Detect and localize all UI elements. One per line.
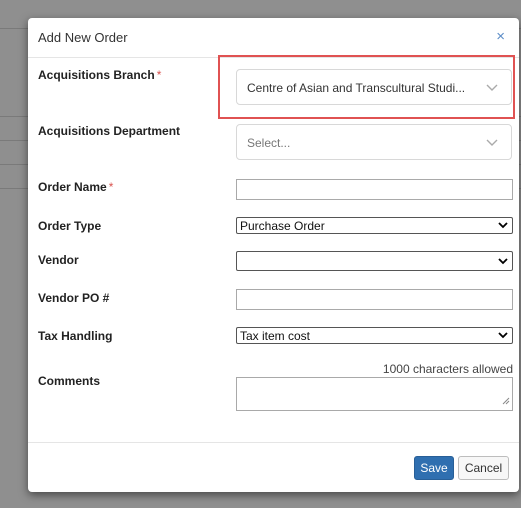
comments-label-text: Comments xyxy=(38,374,101,388)
required-marker: * xyxy=(156,68,162,82)
tax-handling-value: Tax item cost xyxy=(240,329,311,343)
order-type-label: Order Type xyxy=(38,219,101,233)
close-button[interactable]: × xyxy=(496,28,505,45)
acquisitions-department-label-text: Acquisitions Department xyxy=(38,124,181,138)
order-name-label: Order Name * xyxy=(38,180,113,194)
chevron-down-icon xyxy=(498,255,508,271)
chevron-down-icon xyxy=(498,329,508,345)
comments-textarea[interactable] xyxy=(236,377,513,411)
highlight-box xyxy=(218,55,515,119)
order-name-input[interactable] xyxy=(236,179,513,200)
comments-label: Comments xyxy=(38,374,100,388)
acquisitions-branch-label-text: Acquisitions Branch xyxy=(38,68,155,82)
vendor-po-label: Vendor PO # xyxy=(38,291,109,305)
order-type-select[interactable]: Purchase Order xyxy=(236,217,513,234)
save-button[interactable]: Save xyxy=(414,456,454,480)
vendor-po-label-text: Vendor PO # xyxy=(38,291,110,305)
acquisitions-department-placeholder: Select... xyxy=(247,136,291,150)
acquisitions-department-select[interactable]: Select... xyxy=(236,124,512,160)
order-name-label-text: Order Name xyxy=(38,180,107,194)
add-order-dialog: Add New Order × Acquisitions Branch * Cen… xyxy=(28,18,519,492)
resize-handle-icon[interactable] xyxy=(502,394,510,408)
vendor-select[interactable] xyxy=(236,251,513,271)
footer-divider xyxy=(28,442,519,443)
vendor-po-input[interactable] xyxy=(236,289,513,310)
order-type-label-text: Order Type xyxy=(38,219,102,233)
comments-char-limit: 1000 characters allowed xyxy=(382,362,513,376)
tax-handling-label-text: Tax Handling xyxy=(38,329,113,343)
chevron-down-icon xyxy=(485,133,499,154)
tax-handling-label: Tax Handling xyxy=(38,329,112,343)
dialog-title: Add New Order xyxy=(38,30,128,45)
tax-handling-select[interactable]: Tax item cost xyxy=(236,327,513,344)
cancel-button[interactable]: Cancel xyxy=(458,456,509,480)
acquisitions-department-label: Acquisitions Department xyxy=(38,124,180,138)
acquisitions-branch-label: Acquisitions Branch * xyxy=(38,68,161,82)
chevron-down-icon xyxy=(498,219,508,235)
dialog-header: Add New Order × xyxy=(28,18,519,58)
vendor-label-text: Vendor xyxy=(38,253,79,267)
required-marker: * xyxy=(108,180,114,194)
vendor-label: Vendor xyxy=(38,253,79,267)
order-type-value: Purchase Order xyxy=(240,219,325,233)
